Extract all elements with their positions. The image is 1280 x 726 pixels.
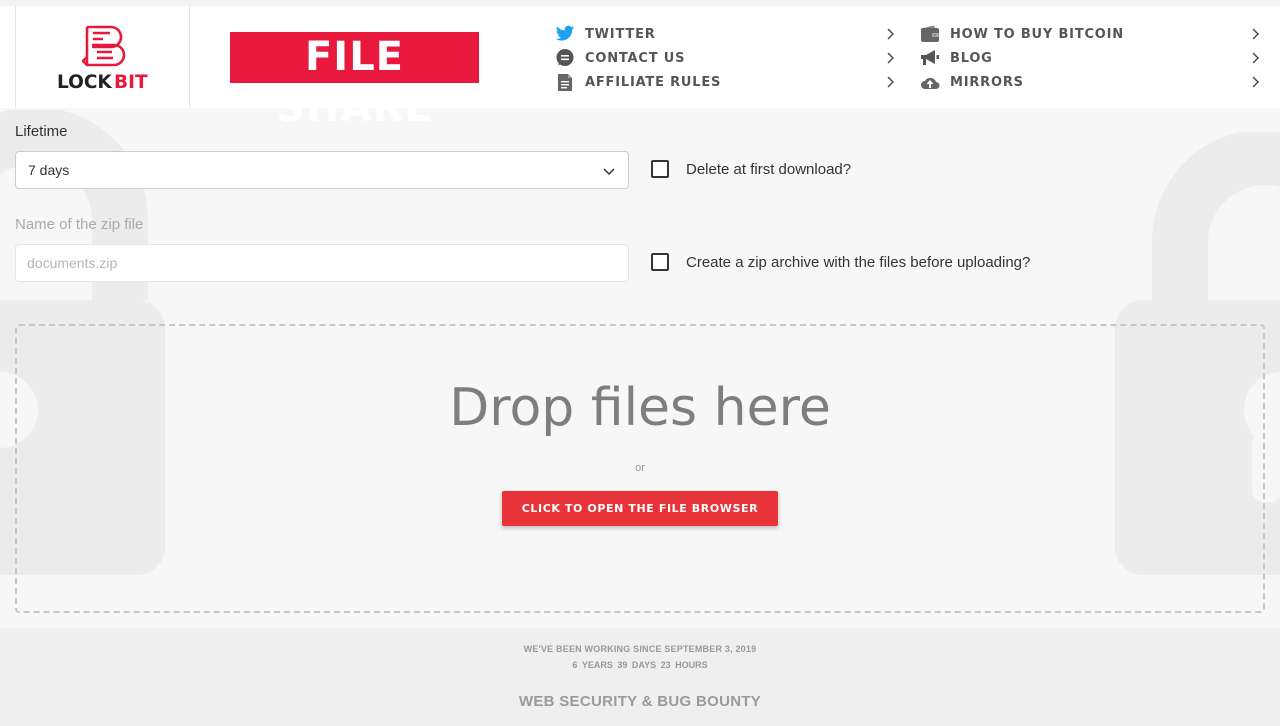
chevron-down-icon (603, 168, 615, 176)
nav-item-contact-us[interactable]: CONTACT US (555, 46, 897, 70)
lockbit-logo-text: LOCK BIT (57, 72, 148, 90)
open-file-browser-button[interactable]: CLICK TO OPEN THE FILE BROWSER (502, 491, 778, 526)
bug-bounty-link[interactable]: WEB SECURITY & BUG BOUNTY (0, 693, 1280, 710)
nav-item-how-to-buy-bitcoin[interactable]: HOW TO BUY BITCOIN (920, 22, 1262, 46)
uptime-counter: 6 YEARS 39 DAYS 23 HOURS (0, 660, 1280, 670)
nav-item-label: MIRRORS (950, 74, 1024, 90)
lifetime-label: Lifetime (15, 123, 68, 140)
svg-text:LOCK: LOCK (57, 72, 112, 90)
nav-item-twitter[interactable]: TWITTER (555, 22, 897, 46)
chat-icon (555, 48, 575, 68)
cloud-upload-icon (920, 72, 940, 92)
create-zip-checkbox[interactable] (651, 253, 669, 271)
zipname-label: Name of the zip file (15, 216, 144, 233)
zipname-input[interactable] (15, 244, 629, 282)
chevron-right-icon (1252, 76, 1259, 88)
page-title: FILE SHARE (230, 32, 479, 131)
nav-column-right: HOW TO BUY BITCOIN BLOG MIRRORS (920, 22, 1262, 94)
nav-item-label: AFFILIATE RULES (585, 74, 722, 90)
chevron-right-icon (887, 52, 894, 64)
create-zip-label: Create a zip archive with the files befo… (686, 254, 1031, 271)
nav-item-label: CONTACT US (585, 50, 686, 66)
chevron-right-icon (887, 28, 894, 40)
uptime-hours: 23 (660, 660, 671, 670)
nav-item-blog[interactable]: BLOG (920, 46, 1262, 70)
chevron-right-icon (1252, 28, 1259, 40)
dropzone-title: Drop files here (449, 378, 831, 438)
site-header: LOCK BIT FILE SHARE TWITTER CONTACT US A… (0, 6, 1280, 131)
svg-text:BIT: BIT (114, 72, 148, 90)
logo-link[interactable]: LOCK BIT (15, 6, 190, 108)
uptime-days: 39 (617, 660, 628, 670)
uptime-hours-unit: HOURS (675, 660, 708, 670)
twitter-icon (555, 24, 575, 44)
lifetime-select[interactable]: 7 days (15, 151, 629, 189)
nav-column-left: TWITTER CONTACT US AFFILIATE RULES (555, 22, 897, 94)
nav-item-mirrors[interactable]: MIRRORS (920, 70, 1262, 94)
nav-item-label: HOW TO BUY BITCOIN (950, 26, 1124, 42)
lockbit-logo: LOCK BIT (57, 25, 148, 90)
uptime-days-unit: DAYS (631, 660, 657, 670)
chevron-right-icon (1252, 52, 1259, 64)
nav-item-affiliate-rules[interactable]: AFFILIATE RULES (555, 70, 897, 94)
lifetime-select-value: 7 days (28, 162, 70, 178)
working-since-text: WE'VE BEEN WORKING SINCE SEPTEMBER 3, 20… (523, 644, 757, 654)
wallet-icon (920, 24, 940, 44)
delete-first-checkbox[interactable] (651, 160, 669, 178)
dropzone-or-text: or (635, 462, 645, 474)
uptime-years-unit: YEARS (581, 660, 613, 670)
uptime-years: 6 (572, 660, 578, 670)
megaphone-icon (920, 48, 940, 68)
document-icon (555, 72, 575, 92)
chevron-right-icon (887, 76, 894, 88)
nav-item-label: BLOG (950, 50, 993, 66)
site-footer: WE'VE BEEN WORKING SINCE SEPTEMBER 3, 20… (0, 628, 1280, 726)
delete-first-label: Delete at first download? (686, 161, 852, 178)
nav-item-label: TWITTER (585, 26, 656, 42)
